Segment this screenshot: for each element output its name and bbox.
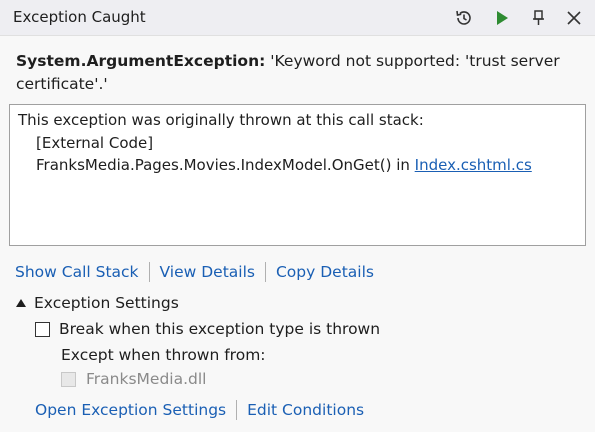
stack-frame-external: [External Code] (36, 134, 154, 152)
exception-message: System.ArgumentException: 'Keyword not s… (16, 50, 576, 96)
window-title: Exception Caught (13, 8, 146, 26)
except-when-label: Except when thrown from: (61, 346, 266, 364)
stack-frame-user: FranksMedia.Pages.Movies.IndexModel.OnGe… (36, 156, 532, 174)
copy-details-link[interactable]: Copy Details (276, 263, 374, 281)
call-stack-box[interactable]: This exception was originally thrown at … (9, 104, 586, 246)
title-bar: Exception Caught (0, 0, 595, 36)
stack-frame-text: FranksMedia.Pages.Movies.IndexModel.OnGe… (36, 156, 415, 174)
source-file-link[interactable]: Index.cshtml.cs (415, 156, 532, 174)
exception-settings-header: Exception Settings (34, 294, 179, 312)
break-on-exception-row[interactable]: Break when this exception type is thrown (35, 320, 380, 338)
settings-links: Open Exception Settings Edit Conditions (35, 400, 364, 420)
view-details-link[interactable]: View Details (160, 263, 255, 281)
collapse-triangle-icon (16, 299, 26, 307)
divider (236, 400, 238, 420)
divider (148, 262, 150, 282)
break-checkbox-label: Break when this exception type is thrown (59, 320, 381, 338)
open-exception-settings-link[interactable]: Open Exception Settings (35, 401, 226, 419)
show-call-stack-link[interactable]: Show Call Stack (15, 263, 139, 281)
break-checkbox[interactable] (35, 321, 50, 337)
module-label: FranksMedia.dll (86, 370, 207, 388)
exception-type: System.ArgumentException: (16, 52, 266, 70)
continue-icon[interactable] (490, 6, 514, 30)
action-links: Show Call Stack View Details Copy Detail… (15, 262, 374, 282)
pin-icon[interactable] (527, 6, 551, 30)
exception-panel: System.ArgumentException: 'Keyword not s… (0, 36, 595, 432)
edit-conditions-link[interactable]: Edit Conditions (247, 401, 364, 419)
call-stack-intro: This exception was originally thrown at … (18, 111, 424, 129)
history-icon[interactable] (452, 6, 476, 30)
close-icon[interactable] (562, 6, 586, 30)
module-checkbox (61, 371, 76, 387)
module-exception-row: FranksMedia.dll (61, 370, 206, 388)
divider (264, 262, 266, 282)
exception-settings-toggle[interactable]: Exception Settings (16, 294, 179, 312)
